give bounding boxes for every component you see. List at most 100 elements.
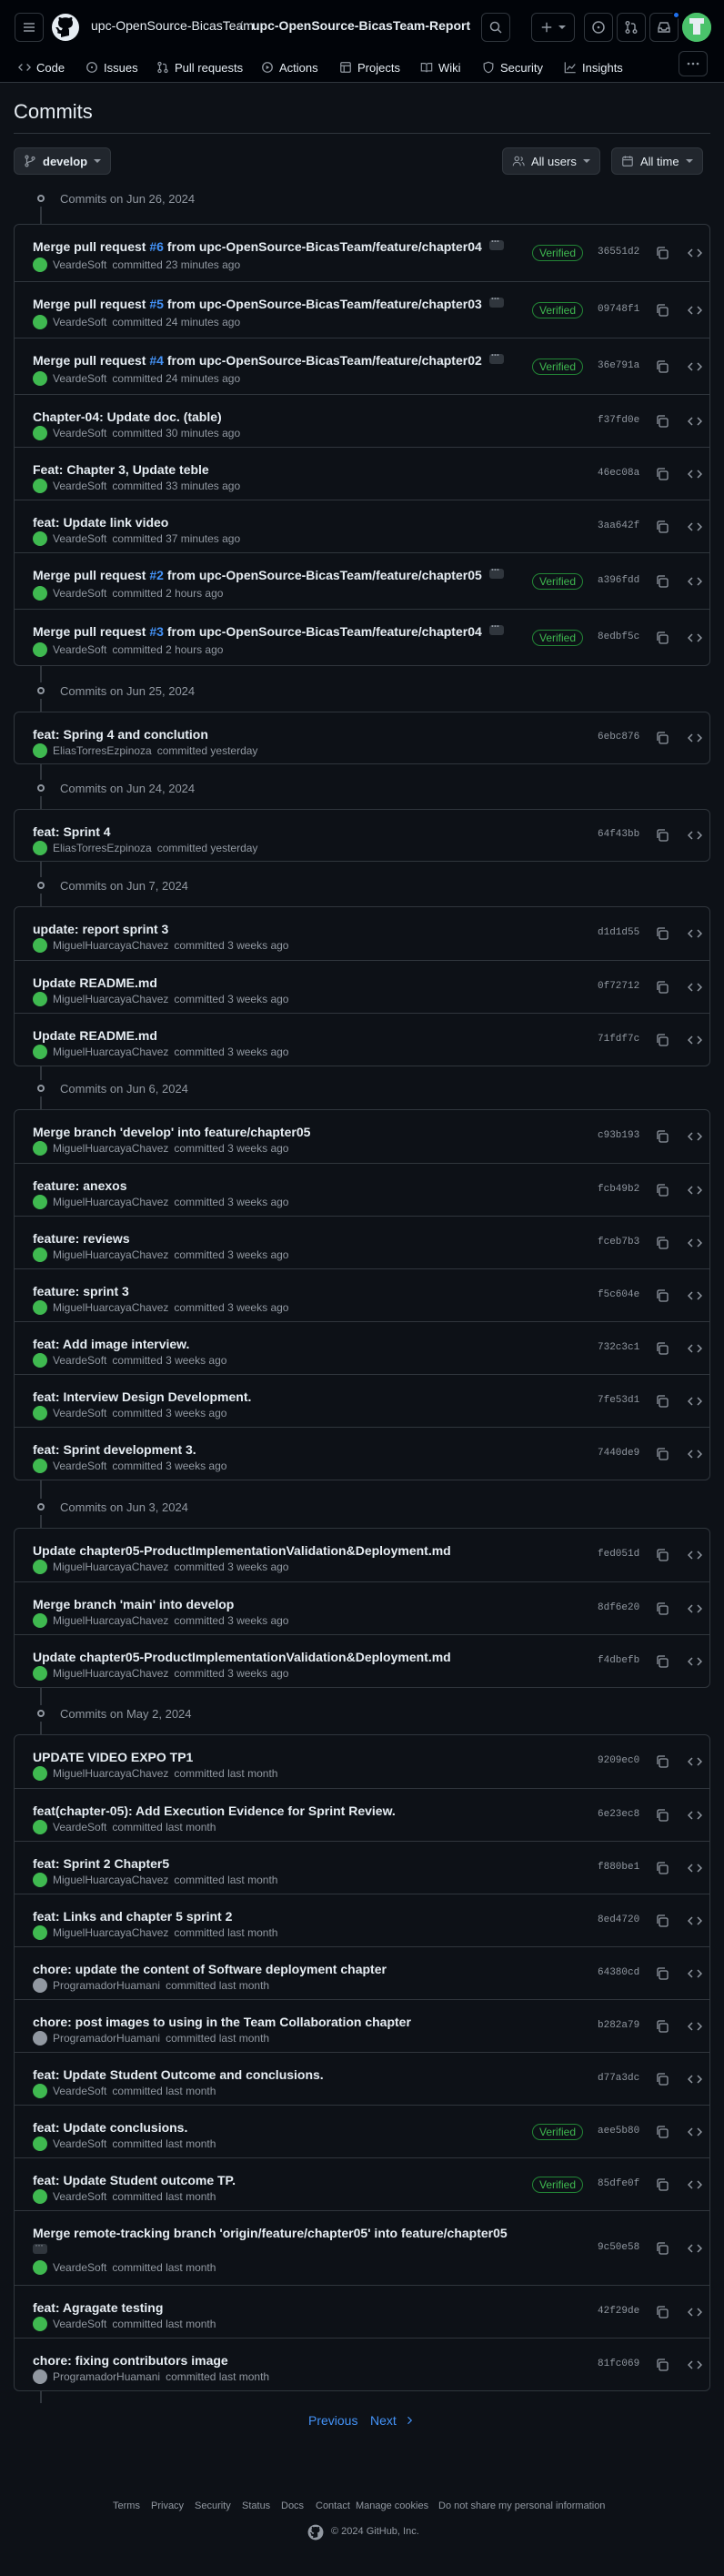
- author-avatar[interactable]: [33, 2137, 47, 2151]
- commit-row[interactable]: chore: fixing contributors image Programa…: [15, 2338, 709, 2390]
- commit-row[interactable]: Merge branch 'main' into develop MiguelHu…: [15, 1581, 709, 1634]
- copy-icon[interactable]: [655, 467, 669, 481]
- pull-request-link[interactable]: #6: [149, 239, 164, 254]
- author-link[interactable]: MiguelHuarcayaChavez: [53, 1767, 168, 1780]
- browse-code-icon[interactable]: [688, 2241, 702, 2256]
- author-avatar[interactable]: [33, 315, 47, 329]
- commit-row[interactable]: Update README.md MiguelHuarcayaChavez comm…: [15, 960, 709, 1013]
- copy-icon[interactable]: [655, 980, 669, 995]
- author-link[interactable]: VeardeSoft: [53, 2137, 106, 2150]
- tab-issues[interactable]: Issues: [85, 56, 138, 78]
- author-avatar[interactable]: [33, 1560, 47, 1574]
- commit-message-link[interactable]: Merge branch 'develop' into feature/chap…: [33, 1125, 310, 1139]
- browse-code-icon[interactable]: [688, 2358, 702, 2372]
- commit-row[interactable]: Update chapter05-ProductImplementationVa…: [15, 1634, 709, 1687]
- author-avatar[interactable]: [33, 938, 47, 953]
- browse-code-icon[interactable]: [688, 303, 702, 318]
- browse-code-icon[interactable]: [688, 1129, 702, 1144]
- copy-icon[interactable]: [655, 2177, 669, 2192]
- commit-row[interactable]: Merge pull request #6 from upc-OpenSourc…: [15, 225, 709, 281]
- commit-message-link[interactable]: Merge pull request #5 from upc-OpenSourc…: [33, 292, 504, 311]
- commit-sha-link[interactable]: 42f29de: [598, 2306, 639, 2317]
- next-page-link[interactable]: Next: [370, 2413, 415, 2428]
- browse-code-icon[interactable]: [688, 414, 702, 429]
- commit-message-link[interactable]: Merge pull request #4 from upc-OpenSourc…: [33, 349, 504, 368]
- tab-insights[interactable]: Insights: [564, 56, 623, 78]
- copy-icon[interactable]: [655, 2241, 669, 2256]
- commit-sha-link[interactable]: 64f43bb: [598, 829, 639, 840]
- browse-code-icon[interactable]: [688, 1236, 702, 1250]
- footer-link-contact[interactable]: Contact: [316, 2500, 350, 2511]
- browse-code-icon[interactable]: [688, 574, 702, 589]
- time-filter-button[interactable]: All time: [611, 147, 703, 175]
- branch-select-button[interactable]: develop: [14, 147, 112, 175]
- footer-link-security[interactable]: Security: [195, 2500, 231, 2511]
- commit-row[interactable]: feature: reviews MiguelHuarcayaChavez comm…: [15, 1216, 709, 1268]
- author-avatar[interactable]: [33, 1873, 47, 1887]
- author-link[interactable]: VeardeSoft: [53, 2190, 106, 2203]
- commit-row[interactable]: update: report sprint 3 MiguelHuarcayaCha…: [15, 907, 709, 960]
- author-link[interactable]: EliasTorresEzpinoza: [53, 842, 152, 854]
- author-avatar[interactable]: [33, 1300, 47, 1315]
- author-avatar[interactable]: [33, 642, 47, 657]
- author-avatar[interactable]: [33, 2369, 47, 2384]
- author-avatar[interactable]: [33, 1406, 47, 1420]
- copy-icon[interactable]: [655, 1754, 669, 1769]
- copy-icon[interactable]: [655, 1966, 669, 1981]
- copy-icon[interactable]: [655, 828, 669, 843]
- author-link[interactable]: VeardeSoft: [53, 1407, 106, 1419]
- commit-row[interactable]: feat: Spring 4 and conclution EliasTorres…: [15, 712, 709, 763]
- author-link[interactable]: VeardeSoft: [53, 427, 106, 439]
- commit-row[interactable]: Merge pull request #4 from upc-OpenSourc…: [15, 338, 709, 394]
- author-avatar[interactable]: [33, 2189, 47, 2204]
- author-link[interactable]: ProgramadorHuamani: [53, 1979, 160, 1992]
- browse-code-icon[interactable]: [688, 1914, 702, 1928]
- author-avatar[interactable]: [33, 1353, 47, 1368]
- commit-row[interactable]: feat: Agragate testing VeardeSoft committe…: [15, 2285, 709, 2338]
- author-avatar[interactable]: [33, 479, 47, 493]
- commit-sha-link[interactable]: 732c3c1: [598, 1342, 639, 1353]
- copy-icon[interactable]: [655, 303, 669, 318]
- commit-sha-link[interactable]: 8edbf5c: [598, 631, 639, 642]
- commit-message-link[interactable]: Merge pull request #2 from upc-OpenSourc…: [33, 563, 504, 582]
- verified-badge[interactable]: Verified: [532, 573, 584, 590]
- commit-sha-link[interactable]: 46ec08a: [598, 468, 639, 479]
- commit-message-link[interactable]: feat: Links and chapter 5 sprint 2: [33, 1909, 232, 1924]
- author-link[interactable]: VeardeSoft: [53, 2261, 106, 2274]
- commit-row[interactable]: feat: Update Student outcome TP. VeardeSo…: [15, 2157, 709, 2210]
- author-link[interactable]: VeardeSoft: [53, 587, 106, 600]
- notifications-button[interactable]: [649, 11, 680, 42]
- commit-message-link[interactable]: feat: Sprint development 3.: [33, 1442, 196, 1457]
- commit-row[interactable]: Merge branch 'develop' into feature/chap…: [15, 1110, 709, 1163]
- browse-code-icon[interactable]: [688, 1654, 702, 1669]
- commit-sha-link[interactable]: 7440de9: [598, 1448, 639, 1459]
- author-avatar[interactable]: [33, 2084, 47, 2098]
- copy-icon[interactable]: [655, 359, 669, 374]
- commit-message-link[interactable]: UPDATE VIDEO EXPO TP1: [33, 1750, 193, 1764]
- author-avatar[interactable]: [33, 2260, 47, 2275]
- author-avatar[interactable]: [33, 2317, 47, 2331]
- browse-code-icon[interactable]: [688, 1861, 702, 1875]
- menu-icon[interactable]: [15, 13, 44, 42]
- commit-sha-link[interactable]: fed051d: [598, 1549, 639, 1560]
- search-button[interactable]: [481, 13, 510, 42]
- author-link[interactable]: VeardeSoft: [53, 258, 106, 271]
- commit-message-link[interactable]: feat: Sprint 4: [33, 824, 111, 839]
- tab-security[interactable]: Security: [482, 56, 543, 78]
- tab-code[interactable]: Code: [18, 56, 65, 78]
- browse-code-icon[interactable]: [688, 2125, 702, 2139]
- author-link[interactable]: VeardeSoft: [53, 1354, 106, 1367]
- commit-row[interactable]: feature: sprint 3 MiguelHuarcayaChavez com…: [15, 1268, 709, 1321]
- author-link[interactable]: MiguelHuarcayaChavez: [53, 1667, 168, 1680]
- copy-icon[interactable]: [655, 1654, 669, 1669]
- commit-sha-link[interactable]: a396fdd: [598, 575, 639, 586]
- previous-page-link[interactable]: Previous: [308, 2413, 357, 2428]
- pull-request-link[interactable]: #5: [149, 297, 164, 311]
- commit-row[interactable]: chore: update the content of Software de…: [15, 1946, 709, 1999]
- author-avatar[interactable]: [33, 1666, 47, 1681]
- copy-icon[interactable]: [655, 2125, 669, 2139]
- commit-message-link[interactable]: chore: post images to using in the Team …: [33, 2015, 411, 2029]
- browse-code-icon[interactable]: [688, 2072, 702, 2086]
- footer-link-docs[interactable]: Docs: [281, 2500, 304, 2511]
- author-link[interactable]: MiguelHuarcayaChavez: [53, 1248, 168, 1261]
